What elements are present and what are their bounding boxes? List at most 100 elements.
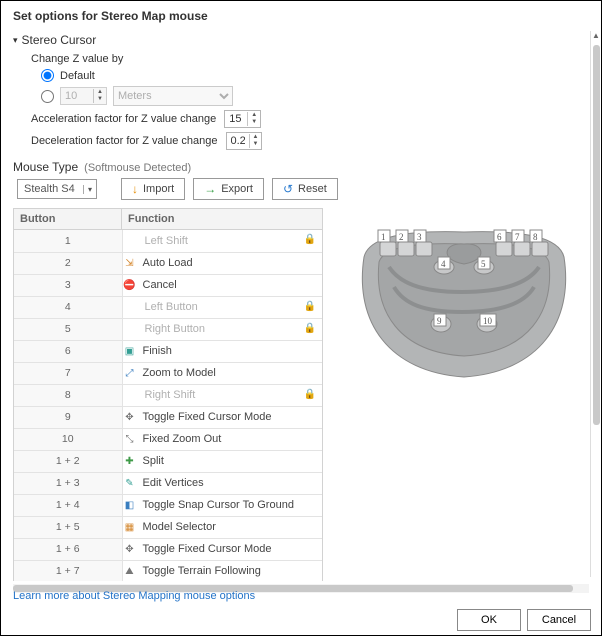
function-cell[interactable]: ▦Model Selector (122, 516, 322, 538)
vertical-scrollbar[interactable]: ▲ (590, 31, 601, 577)
function-label: Edit Vertices (143, 477, 204, 489)
reset-label: Reset (298, 183, 327, 195)
stereo-cursor-header[interactable]: ▾ Stereo Cursor (13, 33, 589, 47)
table-row[interactable]: 3⛔Cancel (14, 274, 322, 296)
table-row[interactable]: 8Right Shift🔒 (14, 384, 322, 406)
function-label: Toggle Terrain Following (143, 565, 261, 577)
button-cell: 10 (14, 428, 122, 450)
table-row[interactable]: 1 + 5▦Model Selector (14, 516, 322, 538)
decel-row: Deceleration factor for Z value change ▲… (31, 132, 589, 150)
mouse-button-number: 10 (483, 316, 493, 326)
table-row[interactable]: 1 + 7⛰Toggle Terrain Following (14, 560, 322, 581)
help-link[interactable]: Learn more about Stereo Mapping mouse op… (13, 590, 255, 602)
function-label: Fixed Zoom Out (143, 433, 222, 445)
split-pane: Button Function 1Left Shift🔒2⇲Auto Load3… (13, 208, 589, 581)
function-label: Model Selector (143, 521, 216, 533)
chevron-down-icon: ▾ (13, 35, 18, 46)
reset-button[interactable]: ↺ Reset (272, 178, 338, 200)
z-fixed-radio[interactable] (41, 90, 54, 103)
function-cell[interactable]: ⛔Cancel (122, 274, 322, 296)
z-default-radio[interactable] (41, 69, 54, 82)
mouse-button-number: 6 (497, 232, 502, 242)
function-label: Zoom to Model (143, 367, 216, 379)
decel-label: Deceleration factor for Z value change (31, 135, 218, 147)
export-button[interactable]: → Export (193, 178, 264, 200)
zoom-out-icon: ⤡ (123, 432, 137, 446)
button-cell: 1 + 4 (14, 494, 122, 516)
button-cell: 6 (14, 340, 122, 362)
function-label: Left Shift (145, 235, 188, 247)
table-row[interactable]: 1 + 4◧Toggle Snap Cursor To Ground (14, 494, 322, 516)
accel-label: Acceleration factor for Z value change (31, 113, 216, 125)
spinner-buttons[interactable]: ▲▼ (249, 134, 262, 148)
mouse-button-number: 3 (417, 232, 422, 242)
table-row[interactable]: 10⤡ Fixed Zoom Out (14, 428, 322, 450)
reset-icon: ↺ (283, 183, 293, 195)
decel-spinner[interactable]: ▲▼ (226, 132, 263, 150)
function-cell[interactable]: Left Button🔒 (122, 296, 322, 318)
table-row[interactable]: 9✥Toggle Fixed Cursor Mode (14, 406, 322, 428)
z-units-select[interactable]: Meters (113, 86, 233, 106)
table-row[interactable]: 4Left Button🔒 (14, 296, 322, 318)
button-cell: 5 (14, 318, 122, 340)
function-cell[interactable]: ✚Split (122, 450, 322, 472)
function-label: Right Button (145, 323, 206, 335)
table-row[interactable]: 1 + 3✎Edit Vertices (14, 472, 322, 494)
table-row[interactable]: 1Left Shift🔒 (14, 230, 322, 252)
function-cell[interactable]: Right Button🔒 (122, 318, 322, 340)
function-label: Toggle Fixed Cursor Mode (143, 411, 272, 423)
function-label: Finish (143, 345, 172, 357)
button-cell: 2 (14, 252, 122, 274)
accel-row: Acceleration factor for Z value change ▲… (31, 110, 589, 128)
accel-input[interactable] (225, 113, 247, 125)
mouse-type-header: Mouse Type (Softmouse Detected) (13, 160, 589, 174)
ok-button[interactable]: OK (457, 609, 521, 631)
stereo-cursor-label: Stereo Cursor (22, 33, 97, 47)
scroll-thumb[interactable] (593, 45, 600, 425)
scroll-up-icon[interactable]: ▲ (592, 31, 600, 41)
function-cell[interactable]: ⇲Auto Load (122, 252, 322, 274)
spinner-buttons[interactable]: ▲▼ (247, 112, 260, 126)
accel-spinner[interactable]: ▲▼ (224, 110, 261, 128)
import-button[interactable]: ↓ Import (121, 178, 185, 200)
button-cell: 1 + 5 (14, 516, 122, 538)
cursor-mode-icon: ✥ (123, 542, 137, 556)
softmouse-image: 12345678910 (339, 208, 589, 392)
z-default-row: Default (41, 69, 589, 82)
button-cell: 3 (14, 274, 122, 296)
finish-icon: ▣ (123, 344, 137, 358)
mouse-type-label: Mouse Type (13, 160, 78, 174)
table-row[interactable]: 5Right Button🔒 (14, 318, 322, 340)
z-fixed-value-spinner[interactable]: ▲▼ (60, 87, 107, 105)
split-icon: ✚ (123, 454, 137, 468)
function-label: Auto Load (143, 257, 193, 269)
function-cell[interactable]: ✥Toggle Fixed Cursor Mode (122, 406, 322, 428)
table-row[interactable]: 1 + 6✥Toggle Fixed Cursor Mode (14, 538, 322, 560)
function-cell[interactable]: ◧Toggle Snap Cursor To Ground (122, 494, 322, 516)
function-cell[interactable]: ▣ Finish (122, 340, 322, 362)
softmouse-svg: 12345678910 (344, 212, 584, 392)
function-cell[interactable]: Left Shift🔒 (122, 230, 322, 252)
mouse-type-section: Mouse Type (Softmouse Detected) Stealth … (13, 160, 589, 581)
table-row[interactable]: 7⤢Zoom to Model (14, 362, 322, 384)
mouse-type-selected: Stealth S4 (24, 183, 75, 195)
button-cell: 7 (14, 362, 122, 384)
button-cell: 9 (14, 406, 122, 428)
table-row[interactable]: 6▣ Finish (14, 340, 322, 362)
button-cell: 8 (14, 384, 122, 406)
function-cell[interactable]: ✎ Edit Vertices (122, 472, 322, 494)
mouse-type-combo[interactable]: Stealth S4 ▾ (17, 179, 97, 199)
cancel-icon: ⛔ (123, 278, 137, 292)
decel-input[interactable] (227, 135, 249, 147)
table-row[interactable]: 2⇲Auto Load (14, 252, 322, 274)
function-cell[interactable]: Right Shift🔒 (122, 384, 322, 406)
edit-verts-icon: ✎ (123, 476, 137, 490)
function-cell[interactable]: ✥Toggle Fixed Cursor Mode (122, 538, 322, 560)
function-cell[interactable]: ⤢Zoom to Model (122, 362, 322, 384)
cancel-button[interactable]: Cancel (527, 609, 591, 631)
table-row[interactable]: 1 + 2✚Split (14, 450, 322, 472)
function-cell[interactable]: ⛰Toggle Terrain Following (122, 560, 322, 581)
function-cell[interactable]: ⤡ Fixed Zoom Out (122, 428, 322, 450)
function-label: Toggle Snap Cursor To Ground (143, 499, 294, 511)
mouse-button-number: 5 (481, 259, 486, 269)
